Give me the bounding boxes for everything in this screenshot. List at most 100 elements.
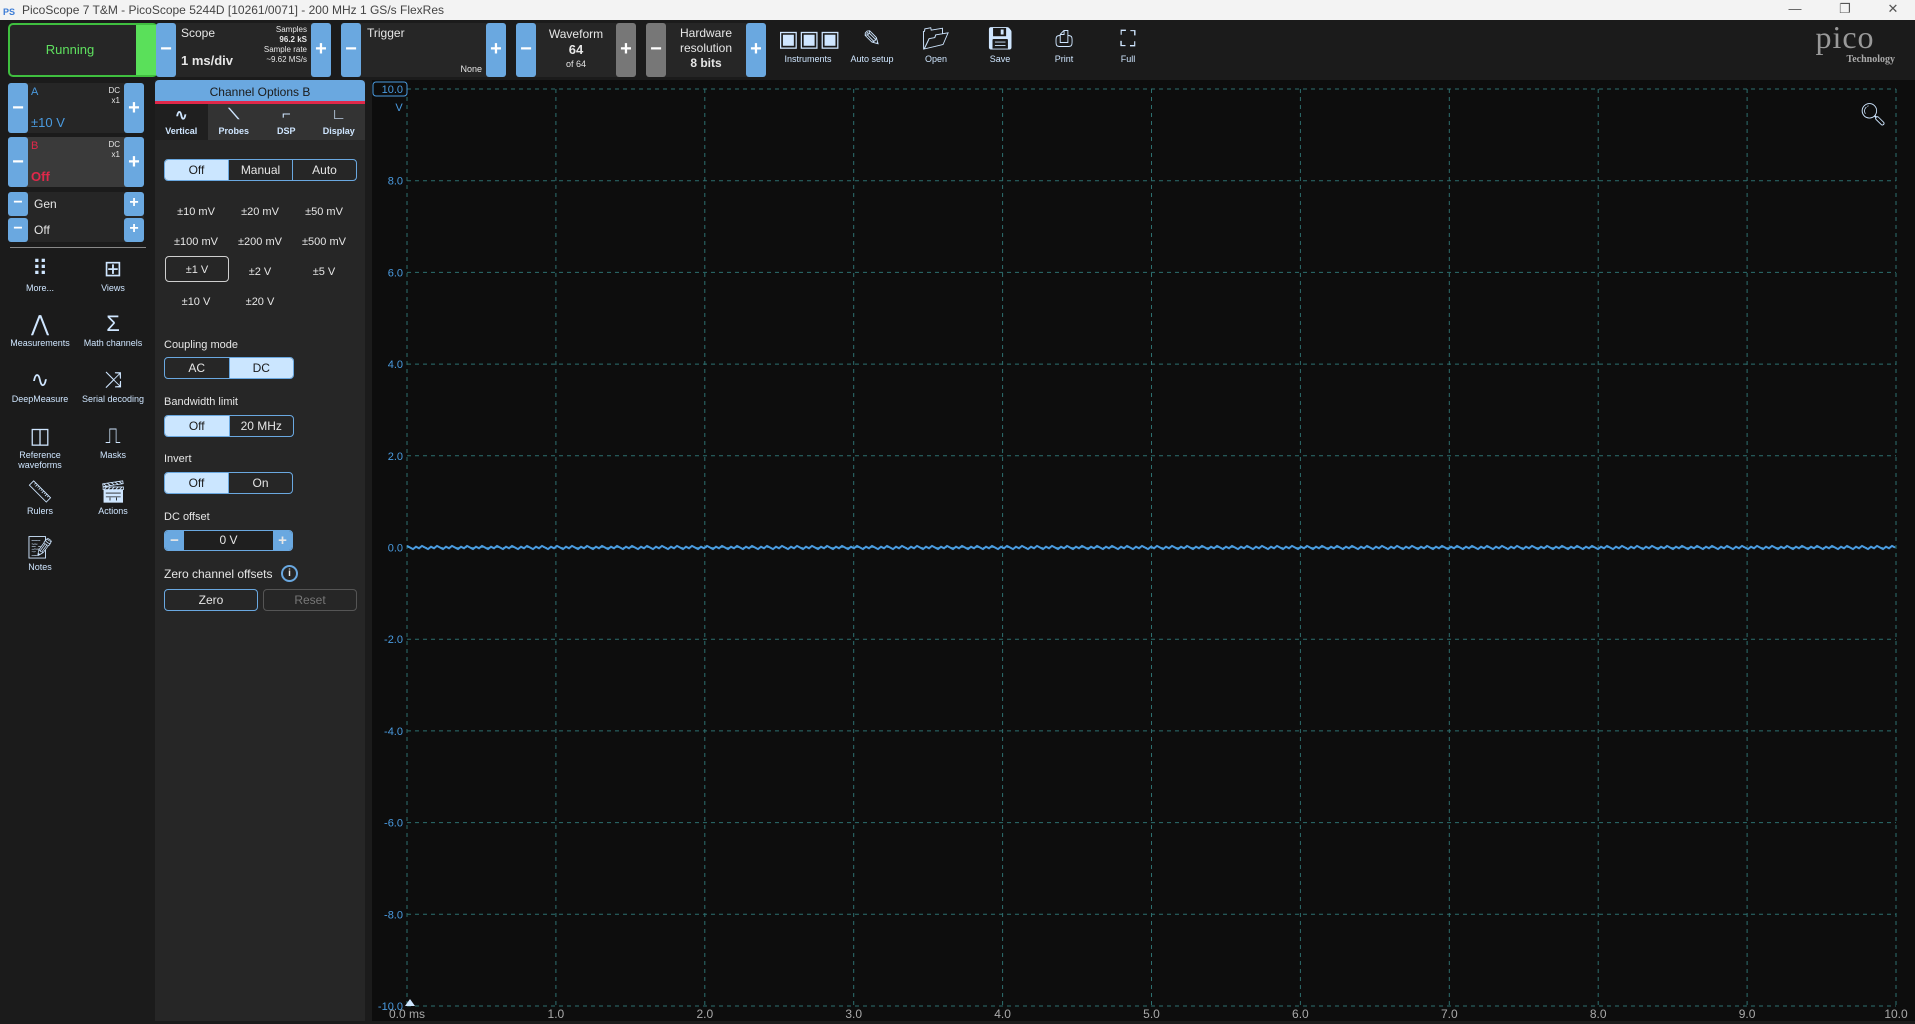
waveform-label: Waveform [548,27,604,41]
window-title: PicoScope 7 T&M - PicoScope 5244D [10261… [22,3,444,17]
channel-b-increase-button[interactable]: + [124,137,144,187]
reference-waveforms-button[interactable]: ◫ Reference waveforms [5,422,75,470]
tab-display[interactable]: ∟ Display [312,104,365,140]
views-button[interactable]: ⊞ Views [78,255,148,293]
coupling-dc[interactable]: DC [229,358,293,378]
notes-button[interactable]: 📝︎ Notes [5,534,75,572]
actions-button[interactable]: 🎬︎ Actions [78,478,148,516]
timebase-value[interactable]: 1 ms/div [181,53,233,68]
trigger-decrease-button[interactable]: − [341,23,361,77]
math-channels-button[interactable]: Σ Math channels [78,310,148,348]
reference-waveform-icon: ◫ [29,423,51,448]
run-stop-button[interactable]: Running [8,23,158,77]
range-option[interactable]: ±10 V [164,289,228,315]
trigger-mode[interactable]: None [460,64,482,74]
print-button[interactable]: ⎙ Print [1034,24,1094,64]
channel-a-decrease-button[interactable]: − [8,83,28,133]
gen-decrease-button[interactable]: − [8,192,28,216]
zero-button[interactable]: Zero [164,589,258,611]
bandwidth-selector: Off 20 MHz [164,415,294,437]
range-option[interactable]: ±10 mV [164,199,228,225]
range-option-selected[interactable]: ±1 V [165,256,229,282]
range-mode-auto[interactable]: Auto [293,160,356,180]
timebase-decrease-button[interactable]: − [156,23,176,77]
views-icon: ⊞ [103,256,123,281]
scope-view[interactable]: 0.0 ms 1.0 2.0 3.0 4.0 5.0 6.0 7.0 8.0 9.0 10.0 10.… [372,80,1915,1021]
side-tool-label: Serial decoding [81,394,145,404]
channel-b-range: Off [31,169,50,184]
minimize-button[interactable]: — [1775,0,1815,20]
channel-a-increase-button[interactable]: + [124,83,144,133]
resolution-decrease-button[interactable]: − [646,23,666,77]
dc-offset-decrease[interactable]: − [165,531,184,550]
bandwidth-20mhz[interactable]: 20 MHz [230,416,294,436]
sigma-icon: Σ [106,311,120,336]
trigger-increase-button[interactable]: + [486,23,506,77]
scope-chart[interactable]: 0.0 ms 1.0 2.0 3.0 4.0 5.0 6.0 7.0 8.0 9.0 10.010.… [372,80,1915,1021]
x-tick-label: 3.0 [845,1007,862,1021]
waveform-current: 64 [568,42,584,57]
y-tick-label: 6.0 [388,267,403,279]
measurements-button[interactable]: ⋀ Measurements [5,310,75,348]
range-option[interactable]: ±20 V [228,289,292,315]
more-button[interactable]: ⠿ More... [5,255,75,293]
tab-vertical[interactable]: ∿ Vertical [155,104,208,140]
tool-label: Auto setup [850,54,894,64]
invert-on[interactable]: On [229,473,292,493]
resolution-value: 8 bits [690,56,722,70]
range-option[interactable]: ±2 V [228,259,292,285]
bandwidth-off[interactable]: Off [165,416,230,436]
full-screen-button[interactable]: ⛶ Full [1098,24,1158,64]
coupling-selector: AC DC [164,357,294,379]
range-option[interactable]: ±100 mV [164,229,228,255]
y-unit-label: V [395,102,403,114]
info-icon[interactable]: i [281,565,298,582]
reset-button[interactable]: Reset [263,589,357,611]
range-option[interactable]: ±500 mV [292,229,356,255]
channel-a-block[interactable]: − A DC x1 ±10 V + [8,83,144,133]
channel-b-decrease-button[interactable]: − [8,137,28,187]
channel-b-probe: x1 [111,150,120,159]
range-option[interactable]: ±200 mV [228,229,292,255]
dc-offset-increase[interactable]: + [273,531,292,550]
resolution-increase-button[interactable]: + [746,23,766,77]
sine-wave-icon: ∿ [30,367,50,392]
open-button[interactable]: 📂︎ Open [906,24,966,64]
save-button[interactable]: 💾︎ Save [970,24,1030,64]
waveform-prev-button[interactable]: − [516,23,536,77]
tab-dsp[interactable]: ⌐ DSP [260,104,313,140]
zoom-in-icon[interactable]: 🔍︎ [1859,102,1887,128]
range-option[interactable]: ±50 mV [292,199,356,225]
coupling-label: Coupling mode [164,339,238,351]
gen-increase-button[interactable]: + [124,192,144,216]
masks-button[interactable]: ⎍ Masks [78,422,148,460]
serial-decoding-button[interactable]: ⤨ Serial decoding [78,366,148,404]
instruments-button[interactable]: ▣▣▣ Instruments [778,24,840,64]
range-mode-manual[interactable]: Manual [229,160,293,180]
timebase-increase-button[interactable]: + [311,23,331,77]
gen-label: Gen [34,197,57,211]
restore-button[interactable]: ❐ [1825,0,1865,20]
rulers-button[interactable]: 📏︎ Rulers [5,478,75,516]
invert-off[interactable]: Off [165,473,229,493]
ruler-icon: 📏︎ [26,479,54,504]
tab-probes[interactable]: ⟍ Probes [207,104,260,140]
range-option[interactable]: ±5 V [292,259,356,285]
gen-state-increase-button[interactable]: + [124,218,144,242]
channel-a-coupling: DC [108,86,120,95]
close-button[interactable]: ✕ [1873,0,1913,20]
y-tick-label: 8.0 [388,176,403,188]
dc-offset-value[interactable]: 0 V [184,531,273,550]
waveform-next-button[interactable]: + [616,23,636,77]
deepmeasure-button[interactable]: ∿ DeepMeasure [5,366,75,404]
range-mode-off[interactable]: Off [165,160,229,180]
channel-a-range: ±10 V [31,115,65,130]
channel-b-block[interactable]: − B DC x1 Off + [8,137,144,187]
channel-options-title: Channel Options B [155,80,365,104]
y-tick-label: -4.0 [384,726,403,738]
coupling-ac[interactable]: AC [165,358,230,378]
auto-setup-button[interactable]: ✎ Auto setup [842,24,902,64]
gen-state-decrease-button[interactable]: − [8,218,28,242]
range-option[interactable]: ±20 mV [228,199,292,225]
tab-label: Vertical [165,126,198,136]
